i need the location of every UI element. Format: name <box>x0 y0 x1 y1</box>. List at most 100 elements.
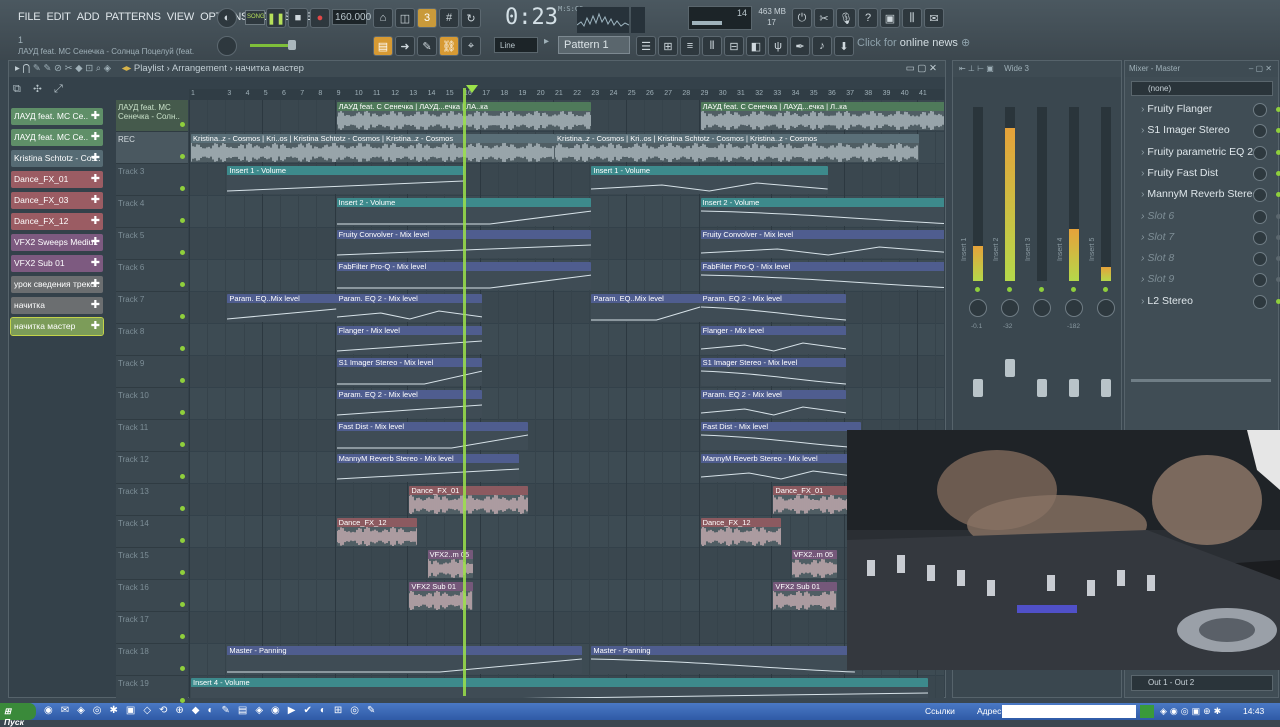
record-button[interactable]: ● <box>310 8 330 28</box>
add-icon[interactable]: ✚ <box>91 130 100 143</box>
picker-item[interactable]: ЛАУД feat. MC Се.. ✚ <box>11 129 103 146</box>
fx-slot[interactable]: › Fruity Fast Dist <box>1131 165 1280 183</box>
automation-clip[interactable]: Insert 2 - Volume <box>700 198 944 226</box>
track-mute-led[interactable] <box>180 666 185 671</box>
volume-fader[interactable] <box>1005 359 1015 377</box>
pan-knob[interactable] <box>1033 299 1051 317</box>
automation-clip[interactable]: Flanger - Mix level <box>700 326 847 354</box>
audio-clip[interactable]: VFX2..m 05 <box>427 550 474 578</box>
track-header[interactable]: Track 15 <box>116 548 188 580</box>
add-icon[interactable]: ✚ <box>91 298 100 311</box>
slot-enable-led[interactable] <box>1276 256 1280 262</box>
audio-clip[interactable]: Dance_FX_12 <box>700 518 781 546</box>
audio-clip[interactable]: Dance_FX_12 <box>336 518 417 546</box>
slot-enable-led[interactable] <box>1276 298 1280 304</box>
add-icon[interactable]: ✚ <box>91 151 100 164</box>
go-icon[interactable] <box>1140 705 1154 718</box>
fx-slot[interactable]: › S1 Imager Stereo <box>1131 122 1280 140</box>
slot-mix-knob[interactable] <box>1253 166 1267 181</box>
strip-active-led[interactable] <box>1039 287 1044 292</box>
audio-clip[interactable]: Kristina..z - Cosmos | Kri..os | Kristin… <box>191 134 555 162</box>
download-icon[interactable]: ⬇ <box>834 36 854 56</box>
mixer-view-icon[interactable]: ⫴ <box>702 36 722 56</box>
volume-fader[interactable] <box>1037 379 1047 397</box>
automation-clip[interactable]: Insert 4 - Volume <box>191 678 929 698</box>
playhead-marker-icon[interactable] <box>466 85 478 93</box>
track-header[interactable]: Track 4 <box>116 196 188 228</box>
slot-mix-knob[interactable] <box>1253 103 1267 117</box>
fx-window-controls[interactable]: – ▢ ✕ <box>1249 64 1272 73</box>
stamp-tool-icon[interactable]: ⌖ <box>461 36 481 56</box>
track-row[interactable] <box>189 516 944 548</box>
slot-mix-knob[interactable] <box>1253 124 1267 139</box>
tray-icons[interactable]: ◈◉◎▣⊕✱ <box>1160 706 1224 717</box>
tuning-fork-icon[interactable]: ψ <box>768 36 788 56</box>
add-icon[interactable]: ✚ <box>91 256 100 269</box>
fx-input-select[interactable]: (none) <box>1131 81 1273 96</box>
track-header[interactable]: ЛАУД feat. MC Сенечка - Солн.. <box>116 100 188 132</box>
slot-enable-led[interactable] <box>1276 128 1280 134</box>
track-header[interactable]: Track 13 <box>116 484 188 516</box>
track-header[interactable]: Track 8 <box>116 324 188 356</box>
picker-item[interactable]: начитка мастер ✚ <box>10 317 104 336</box>
menu-patterns[interactable]: PATTERNS <box>105 11 161 23</box>
add-icon[interactable]: ✚ <box>91 277 100 290</box>
track-mute-led[interactable] <box>180 634 185 639</box>
slot-enable-led[interactable] <box>1276 149 1280 155</box>
automation-clip[interactable]: Master - Panning <box>591 646 856 674</box>
slot-enable-led[interactable] <box>1276 234 1280 240</box>
tool-icons[interactable]: ✎ ✎ ⊘ ✂ ◆ ⊡ ⌕ ◈ <box>33 63 111 74</box>
track-header[interactable]: Track 7 <box>116 292 188 324</box>
automation-clip[interactable]: Param. EQ 2 - Mix level <box>700 294 847 322</box>
arrangement-grid[interactable]: ЛАУД feat. С Сенечка | ЛАУД...ечка | ЛА.… <box>189 100 944 698</box>
picker-item[interactable]: Dance_FX_01 ✚ <box>11 171 103 188</box>
fx-slot[interactable]: › Slot 6 <box>1131 208 1280 226</box>
pan-knob[interactable] <box>1001 299 1019 317</box>
track-mute-led[interactable] <box>180 538 185 543</box>
blend-icon[interactable]: # <box>439 8 459 28</box>
track-mute-led[interactable] <box>180 218 185 223</box>
chat-icon[interactable]: ✉ <box>924 8 944 28</box>
track-mute-led[interactable] <box>180 506 185 511</box>
strip-active-led[interactable] <box>1103 287 1108 292</box>
pan-knob[interactable] <box>1065 299 1083 317</box>
link-tool-icon[interactable]: ⛓ <box>439 36 459 56</box>
automation-clip[interactable]: FabFilter Pro-Q - Mix level <box>700 262 944 290</box>
automation-clip[interactable]: S1 Imager Stereo - Mix level <box>700 358 847 386</box>
slot-mix-knob[interactable] <box>1253 273 1267 288</box>
pan-knob[interactable] <box>1097 299 1115 317</box>
fx-slot[interactable]: › MannyM Reverb Stereo <box>1131 186 1280 204</box>
slot-mix-knob[interactable] <box>1253 252 1267 267</box>
automation-clip[interactable]: Param. EQ 2 - Mix level <box>336 294 483 322</box>
timeline-ruler[interactable]: 1 3 4 5 6 7 8 9 10 11 12 13 14 15 16 17 18 19 20 21 22 23 24 25… <box>189 89 944 100</box>
automation-clip[interactable]: MannyM Reverb Stereo - Mix level <box>700 454 861 482</box>
track-mute-led[interactable] <box>180 154 185 159</box>
automation-clip[interactable]: Param. EQ 2 - Mix level <box>336 390 483 418</box>
picker-item[interactable]: урок сведения треко.. ✚ <box>11 276 103 293</box>
strip-active-led[interactable] <box>975 287 980 292</box>
volume-fader[interactable] <box>1101 379 1111 397</box>
playlist-icon[interactable]: ▤ <box>373 36 393 56</box>
automation-clip[interactable]: Fast Dist - Mix level <box>336 422 528 450</box>
fx-slot[interactable]: › Slot 7 <box>1131 229 1280 247</box>
panic-icon[interactable]: ⏻ <box>792 8 812 28</box>
track-header[interactable]: Track 16 <box>116 580 188 612</box>
plugin-icon[interactable]: ◧ <box>746 36 766 56</box>
volume-fader[interactable] <box>1069 379 1079 397</box>
wait-icon[interactable]: ◫ <box>395 8 415 28</box>
track-header[interactable]: Track 10 <box>116 388 188 420</box>
track-header[interactable]: Track 5 <box>116 228 188 260</box>
add-icon[interactable]: ✚ <box>91 214 100 227</box>
track-header[interactable]: Track 11 <box>116 420 188 452</box>
arrow-tool-icon[interactable]: ➜ <box>395 36 415 56</box>
slot-mix-knob[interactable] <box>1253 188 1267 203</box>
mixer-toolbar[interactable]: ⇤ ⊥ ⊢ ▣ Wide 3 <box>953 61 1121 77</box>
add-icon[interactable]: ✚ <box>91 319 100 332</box>
automation-clip[interactable]: Fast Dist - Mix level <box>700 422 861 450</box>
slot-mix-knob[interactable] <box>1253 294 1267 309</box>
picker-item[interactable]: VFX2 Sub 01 ✚ <box>11 255 103 272</box>
menu-view[interactable]: VIEW <box>167 11 195 23</box>
picker-item[interactable]: Dance_FX_03 ✚ <box>11 192 103 209</box>
online-news-link[interactable]: Click for online news ⊕ <box>857 36 970 49</box>
fx-slot[interactable]: › Fruity parametric EQ 2 <box>1131 144 1280 162</box>
